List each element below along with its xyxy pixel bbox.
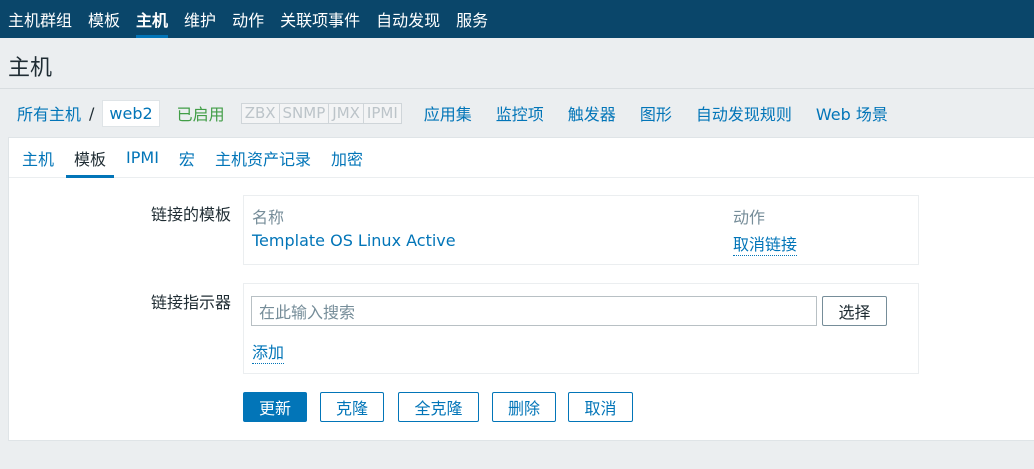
availability-snmp: SNMP (280, 103, 330, 123)
nav-host-groups[interactable]: 主机群组 (0, 0, 80, 38)
add-template-link[interactable]: 添加 (252, 339, 285, 364)
link-indicator-label: 链接指示器 (150, 293, 231, 312)
nav-hosts[interactable]: 主机 (128, 0, 176, 38)
breadcrumb: 所有主机 / web2 已启用 ZBX SNMP JMX IPMI 应用集 监控… (0, 90, 1034, 136)
update-button[interactable]: 更新 (243, 392, 307, 422)
column-action-header: 动作 (733, 208, 766, 227)
link-indicator-box: 在此输入搜索 选择 添加 (243, 283, 919, 374)
availability-jmx: JMX (329, 103, 364, 123)
unlink-button[interactable]: 取消链接 (733, 231, 798, 256)
availability-zbx: ZBX (242, 103, 280, 123)
template-link[interactable]: Template OS Linux Active (252, 231, 456, 250)
link-items[interactable]: 监控项 (496, 101, 544, 125)
breadcrumb-current-host[interactable]: web2 (102, 99, 160, 127)
template-search-input[interactable]: 在此输入搜索 (251, 296, 817, 326)
linked-templates-table: 名称 动作 Template OS Linux Active 取消链接 (243, 195, 919, 265)
cancel-button[interactable]: 取消 (568, 392, 633, 422)
column-name-header: 名称 (252, 208, 285, 227)
link-graphs[interactable]: 图形 (640, 101, 672, 125)
page-header: 主机 (0, 38, 1034, 89)
breadcrumb-separator: / (89, 103, 95, 123)
tab-ipmi[interactable]: IPMI (118, 138, 167, 177)
clone-button[interactable]: 克隆 (320, 392, 384, 422)
tab-encryption[interactable]: 加密 (323, 138, 371, 177)
linked-templates-label: 链接的模板 (150, 205, 231, 224)
nav-event-correlation[interactable]: 关联项事件 (272, 0, 368, 38)
nav-actions[interactable]: 动作 (224, 0, 272, 38)
breadcrumb-all-hosts[interactable]: 所有主机 (17, 101, 81, 125)
delete-button[interactable]: 删除 (492, 392, 556, 422)
availability-ipmi: IPMI (366, 103, 398, 122)
availability-indicators: ZBX SNMP JMX IPMI (240, 102, 402, 124)
link-discovery-rules[interactable]: 自动发现规则 (696, 101, 792, 125)
tab-bar: 主机 模板 IPMI 宏 主机资产记录 加密 (9, 138, 1034, 178)
select-button[interactable]: 选择 (822, 296, 887, 326)
host-status[interactable]: 已启用 (177, 101, 225, 125)
tab-macros[interactable]: 宏 (171, 138, 203, 177)
link-web-scenarios[interactable]: Web 场景 (816, 101, 888, 125)
nav-maintenance[interactable]: 维护 (176, 0, 224, 38)
link-triggers[interactable]: 触发器 (568, 101, 616, 125)
nav-services[interactable]: 服务 (448, 0, 496, 38)
nav-templates[interactable]: 模板 (80, 0, 128, 38)
tab-templates[interactable]: 模板 (66, 138, 115, 178)
tab-inventory[interactable]: 主机资产记录 (207, 138, 319, 177)
full-clone-button[interactable]: 全克隆 (398, 392, 479, 422)
host-form-panel: 主机 模板 IPMI 宏 主机资产记录 加密 链接的模板 名称 动作 Templ… (8, 137, 1034, 441)
link-applications[interactable]: 应用集 (424, 101, 472, 125)
page-title: 主机 (8, 56, 53, 81)
top-navigation: 主机群组 模板 主机 维护 动作 关联项事件 自动发现 服务 (0, 0, 1034, 38)
tab-host[interactable]: 主机 (14, 138, 62, 177)
nav-discovery[interactable]: 自动发现 (368, 0, 448, 38)
